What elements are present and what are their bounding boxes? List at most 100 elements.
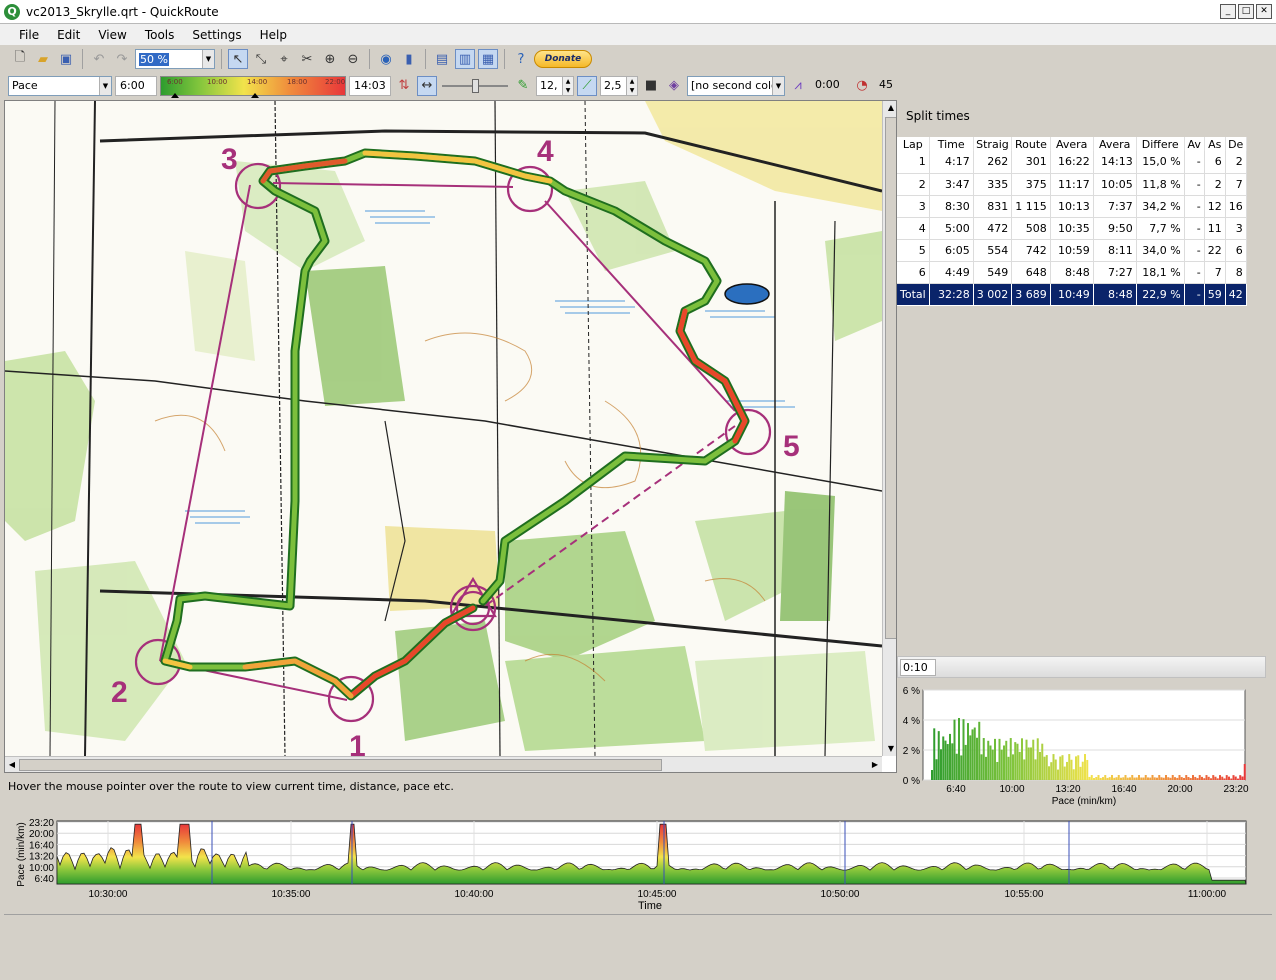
histogram-bar	[1102, 777, 1104, 780]
zoom-out-icon[interactable]: ⊖	[343, 49, 363, 69]
high-marker-icon[interactable]	[251, 92, 259, 98]
column-header[interactable]: Lap	[897, 137, 930, 151]
column-header[interactable]: Avera	[1093, 137, 1137, 151]
total-row[interactable]: Total 32:28 3 002 3 689 10:49 8:48 22,9 % -59 42	[897, 283, 1247, 306]
y-tick-label: 13:20	[29, 852, 54, 863]
histogram-bar	[1228, 776, 1230, 780]
scroll-down-icon[interactable]: ▼	[883, 742, 896, 756]
histogram-bar	[1070, 759, 1073, 780]
smoothing-icon[interactable]: ⩘	[788, 76, 808, 96]
map-view[interactable]: 1 2 3 4 5 ▲ ▼ ◀ ▶	[4, 100, 897, 773]
adjust-route-icon[interactable]: ⤡	[251, 49, 271, 69]
slider-thumb[interactable]	[472, 78, 479, 93]
status-text: Hover the mouse pointer over the route t…	[8, 780, 454, 793]
table-row[interactable]: 4 5:00 472 508 10:35 9:50 7,7 % -11 3	[897, 217, 1247, 240]
scroll-up-icon[interactable]: ▲	[883, 101, 896, 115]
histogram-bar	[1034, 759, 1037, 780]
minimize-button[interactable]: _	[1220, 4, 1236, 19]
column-header[interactable]: As	[1204, 137, 1226, 151]
cut-icon[interactable]: ✂	[297, 49, 317, 69]
zoom-select[interactable]: 50 % ▼	[135, 49, 215, 69]
table-cell: 4:17	[929, 151, 974, 174]
help-icon[interactable]: ?	[511, 49, 531, 69]
split-times-panel-icon[interactable]: ▥	[455, 49, 475, 69]
scroll-left-icon[interactable]: ◀	[5, 757, 19, 772]
orienteering-map[interactable]: 1 2 3 4 5	[5, 101, 882, 756]
close-button[interactable]: ✕	[1256, 4, 1272, 19]
column-header[interactable]: Differe	[1136, 137, 1185, 151]
color-adjust-icon[interactable]: ⇅	[394, 76, 414, 96]
map-horizontal-scrollbar[interactable]: ◀ ▶	[5, 756, 882, 772]
table-cell: 34,0 %	[1136, 239, 1185, 262]
menu-settings[interactable]: Settings	[183, 28, 250, 42]
scrollbar-thumb[interactable]	[19, 759, 662, 771]
low-value-field[interactable]: 6:00	[115, 75, 157, 96]
menu-edit[interactable]: Edit	[48, 28, 89, 42]
menu-tools[interactable]: Tools	[136, 28, 184, 42]
histogram-bar	[1201, 776, 1203, 780]
menu-file[interactable]: File	[10, 28, 48, 42]
histogram-bar	[944, 740, 947, 780]
column-header[interactable]: Av	[1184, 137, 1205, 151]
table-row[interactable]: 5 6:05 554 742 10:59 8:11 34,0 % -22 6	[897, 239, 1247, 262]
donate-button[interactable]: Donate	[534, 50, 592, 68]
column-header[interactable]: De	[1225, 137, 1247, 151]
column-header[interactable]: Time	[929, 137, 974, 151]
graph-panel-icon[interactable]: ▦	[478, 49, 498, 69]
column-header[interactable]: Avera	[1050, 137, 1094, 151]
histogram-bar	[1059, 756, 1062, 780]
table-row[interactable]: 1 4:17 262 301 16:22 14:13 15,0 % -6 2	[897, 151, 1247, 174]
histogram-bar	[1185, 775, 1188, 780]
maximize-button[interactable]: □	[1238, 4, 1254, 19]
table-cell: 10:49	[1050, 283, 1094, 306]
route-border-icon[interactable]: ⟋	[577, 75, 597, 96]
border-color-icon[interactable]: ■	[641, 76, 661, 96]
auto-range-icon[interactable]: ↔	[417, 75, 437, 96]
speedometer-icon[interactable]: ◔	[852, 76, 872, 96]
border-width-spinner[interactable]: 2,5 ▲ ▼	[600, 75, 638, 96]
speed-value[interactable]: 45	[875, 76, 907, 96]
redo-icon[interactable]: ↷	[112, 49, 132, 69]
column-header[interactable]: Route	[1011, 137, 1051, 151]
scrollbar-thumb[interactable]	[885, 117, 896, 639]
histogram-bar	[1081, 761, 1084, 780]
histogram-bar	[971, 729, 974, 780]
table-row[interactable]: 2 3:47 335 375 11:17 10:05 11,8 % -2 7	[897, 173, 1247, 196]
smoothing-value[interactable]: 0:00	[811, 76, 849, 96]
globe-icon[interactable]: ◉	[376, 49, 396, 69]
zoom-in-icon[interactable]: ⊕	[320, 49, 340, 69]
save-icon[interactable]: ▣	[56, 49, 76, 69]
table-cell: 6	[1225, 239, 1247, 262]
pointer-tool-icon[interactable]: ↖	[228, 49, 248, 69]
histogram-interval-field[interactable]: 0:10	[900, 659, 936, 676]
scroll-right-icon[interactable]: ▶	[868, 757, 882, 772]
table-cell: 11	[1204, 217, 1226, 240]
open-folder-icon[interactable]: ▰	[33, 49, 53, 69]
column-header[interactable]: Straig	[973, 137, 1013, 151]
table-cell: 8:30	[929, 195, 974, 218]
undo-icon[interactable]: ↶	[89, 49, 109, 69]
transparency-slider[interactable]	[440, 76, 510, 96]
right-panel-icon[interactable]: ▤	[432, 49, 452, 69]
histogram-bar	[1142, 777, 1145, 780]
high-value-field[interactable]: 14:03	[349, 75, 391, 96]
color-range-gradient[interactable]: 6:00 10:00 14:00 18:00 22:00	[160, 75, 346, 98]
gradient-tick: 22:00	[325, 77, 346, 86]
low-marker-icon[interactable]	[171, 92, 179, 98]
second-color-select[interactable]: [no second color ▼	[687, 75, 785, 96]
map-vertical-scrollbar[interactable]: ▲ ▼	[882, 101, 896, 756]
table-row[interactable]: 3 8:30 831 1 115 10:13 7:37 34,2 % -12 16	[897, 195, 1247, 218]
menu-help[interactable]: Help	[251, 28, 296, 42]
toolbar-separator	[504, 49, 505, 69]
histogram-bar	[1066, 761, 1068, 780]
second-color-icon[interactable]: ◈	[664, 76, 684, 96]
route-width-icon[interactable]: ✎	[513, 76, 533, 96]
color-mode-select[interactable]: Pace ▼	[8, 75, 112, 96]
menu-view[interactable]: View	[89, 28, 135, 42]
zoom-adjust-icon[interactable]: ⌖	[274, 49, 294, 69]
lap-histogram-icon[interactable]: ▮	[399, 49, 419, 69]
pace-time-graph[interactable]: 23:2020:0016:4013:2010:006:40 10:30:00 10:…	[0, 815, 1276, 913]
table-row[interactable]: 6 4:49 549 648 8:48 7:27 18,1 % -7 8	[897, 261, 1247, 284]
new-file-icon[interactable]: 🗋	[10, 49, 30, 69]
route-width-spinner[interactable]: 12, ▲ ▼	[536, 75, 574, 96]
